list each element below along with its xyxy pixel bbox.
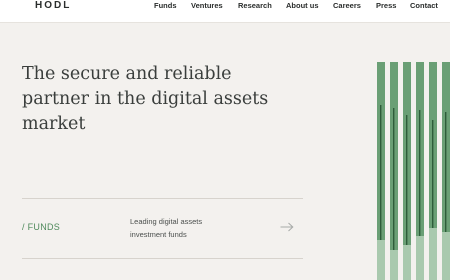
bar-column bbox=[377, 62, 385, 280]
bar-column bbox=[429, 62, 437, 280]
decorative-bar-graphic bbox=[377, 62, 450, 280]
bar-column bbox=[390, 62, 398, 280]
bar-column bbox=[403, 62, 411, 280]
bar-column bbox=[442, 62, 450, 280]
bar-column bbox=[416, 62, 424, 280]
